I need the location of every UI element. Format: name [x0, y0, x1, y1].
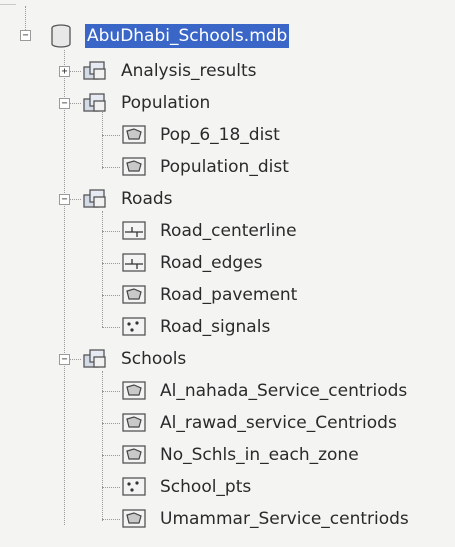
collapse-toggle[interactable]: −: [20, 30, 31, 41]
tree-line: [102, 391, 120, 392]
tree-line: [102, 295, 120, 296]
tree-node-umammar[interactable]: Umammar_Service_centriods: [0, 505, 455, 533]
tree-node-label[interactable]: Road_signals: [158, 315, 272, 339]
tree-node-label[interactable]: Al_nahada_Service_centriods: [158, 379, 409, 403]
collapse-toggle[interactable]: −: [59, 194, 70, 205]
tree-node-label[interactable]: Pop_6_18_dist: [158, 123, 282, 147]
tree-line: [102, 327, 120, 328]
polygon-feature-class-icon: [122, 445, 146, 464]
collapse-toggle[interactable]: −: [59, 98, 70, 109]
line-feature-class-icon: [122, 253, 146, 272]
tree-node-analysis-results[interactable]: + Analysis_results: [0, 57, 455, 85]
tree-node-school-pts[interactable]: School_pts: [0, 473, 455, 501]
feature-dataset-icon: [83, 349, 106, 368]
tree-node-road-signals[interactable]: Road_signals: [0, 313, 455, 341]
polygon-feature-class-icon: [122, 285, 146, 304]
polygon-feature-class-icon: [122, 125, 146, 144]
top-divider: [0, 0, 16, 5]
tree-node-label[interactable]: No_Schls_in_each_zone: [158, 443, 361, 467]
collapse-toggle[interactable]: −: [59, 354, 70, 365]
tree-node-label[interactable]: Road_centerline: [158, 219, 299, 243]
expand-toggle[interactable]: +: [59, 66, 70, 77]
feature-dataset-icon: [83, 189, 106, 208]
tree-node-label[interactable]: Umammar_Service_centriods: [158, 507, 411, 531]
catalog-tree: − AbuDhabi_Schools.mdb + Analysis_results…: [0, 0, 455, 547]
tree-node-al-nahada[interactable]: Al_nahada_Service_centriods: [0, 377, 455, 405]
point-feature-class-icon: [122, 317, 146, 336]
polygon-feature-class-icon: [122, 381, 146, 400]
tree-node-label[interactable]: AbuDhabi_Schools.mdb: [85, 24, 290, 48]
tree-node-road-pavement[interactable]: Road_pavement: [0, 281, 455, 309]
point-feature-class-icon: [122, 477, 146, 496]
tree-node-road-centerline[interactable]: Road_centerline: [0, 217, 455, 245]
tree-node-schools[interactable]: − Schools: [0, 345, 455, 373]
tree-node-label[interactable]: Analysis_results: [119, 59, 259, 83]
tree-node-label[interactable]: School_pts: [158, 475, 253, 499]
tree-node-al-rawad[interactable]: Al_rawad_service_Centriods: [0, 409, 455, 437]
tree-line: [102, 423, 120, 424]
tree-line: [102, 487, 120, 488]
database-icon: [51, 24, 71, 48]
tree-node-road-edges[interactable]: Road_edges: [0, 249, 455, 277]
tree-node-population-dist[interactable]: Population_dist: [0, 153, 455, 181]
tree-node-label[interactable]: Population: [119, 91, 212, 115]
tree-node-no-schls[interactable]: No_Schls_in_each_zone: [0, 441, 455, 469]
feature-dataset-icon: [83, 93, 106, 112]
tree-line: [102, 519, 120, 520]
polygon-feature-class-icon: [122, 413, 146, 432]
tree-node-pop-6-18-dist[interactable]: Pop_6_18_dist: [0, 121, 455, 149]
tree-line: [102, 231, 120, 232]
polygon-feature-class-icon: [122, 157, 146, 176]
tree-node-label[interactable]: Al_rawad_service_Centriods: [158, 411, 399, 435]
tree-node-label[interactable]: Road_pavement: [158, 283, 299, 307]
tree-node-label[interactable]: Roads: [119, 187, 175, 211]
feature-dataset-icon: [83, 61, 106, 80]
tree-line: [102, 455, 120, 456]
tree-line: [102, 167, 120, 168]
tree-node-label[interactable]: Schools: [119, 347, 188, 371]
tree-node-population[interactable]: − Population: [0, 89, 455, 117]
tree-line: [102, 263, 120, 264]
tree-node-roads[interactable]: − Roads: [0, 185, 455, 213]
tree-node-label[interactable]: Population_dist: [158, 155, 291, 179]
tree-node-root[interactable]: − AbuDhabi_Schools.mdb: [0, 22, 340, 50]
line-feature-class-icon: [122, 221, 146, 240]
tree-node-label[interactable]: Road_edges: [158, 251, 265, 275]
tree-line: [102, 135, 120, 136]
polygon-feature-class-icon: [122, 509, 146, 528]
